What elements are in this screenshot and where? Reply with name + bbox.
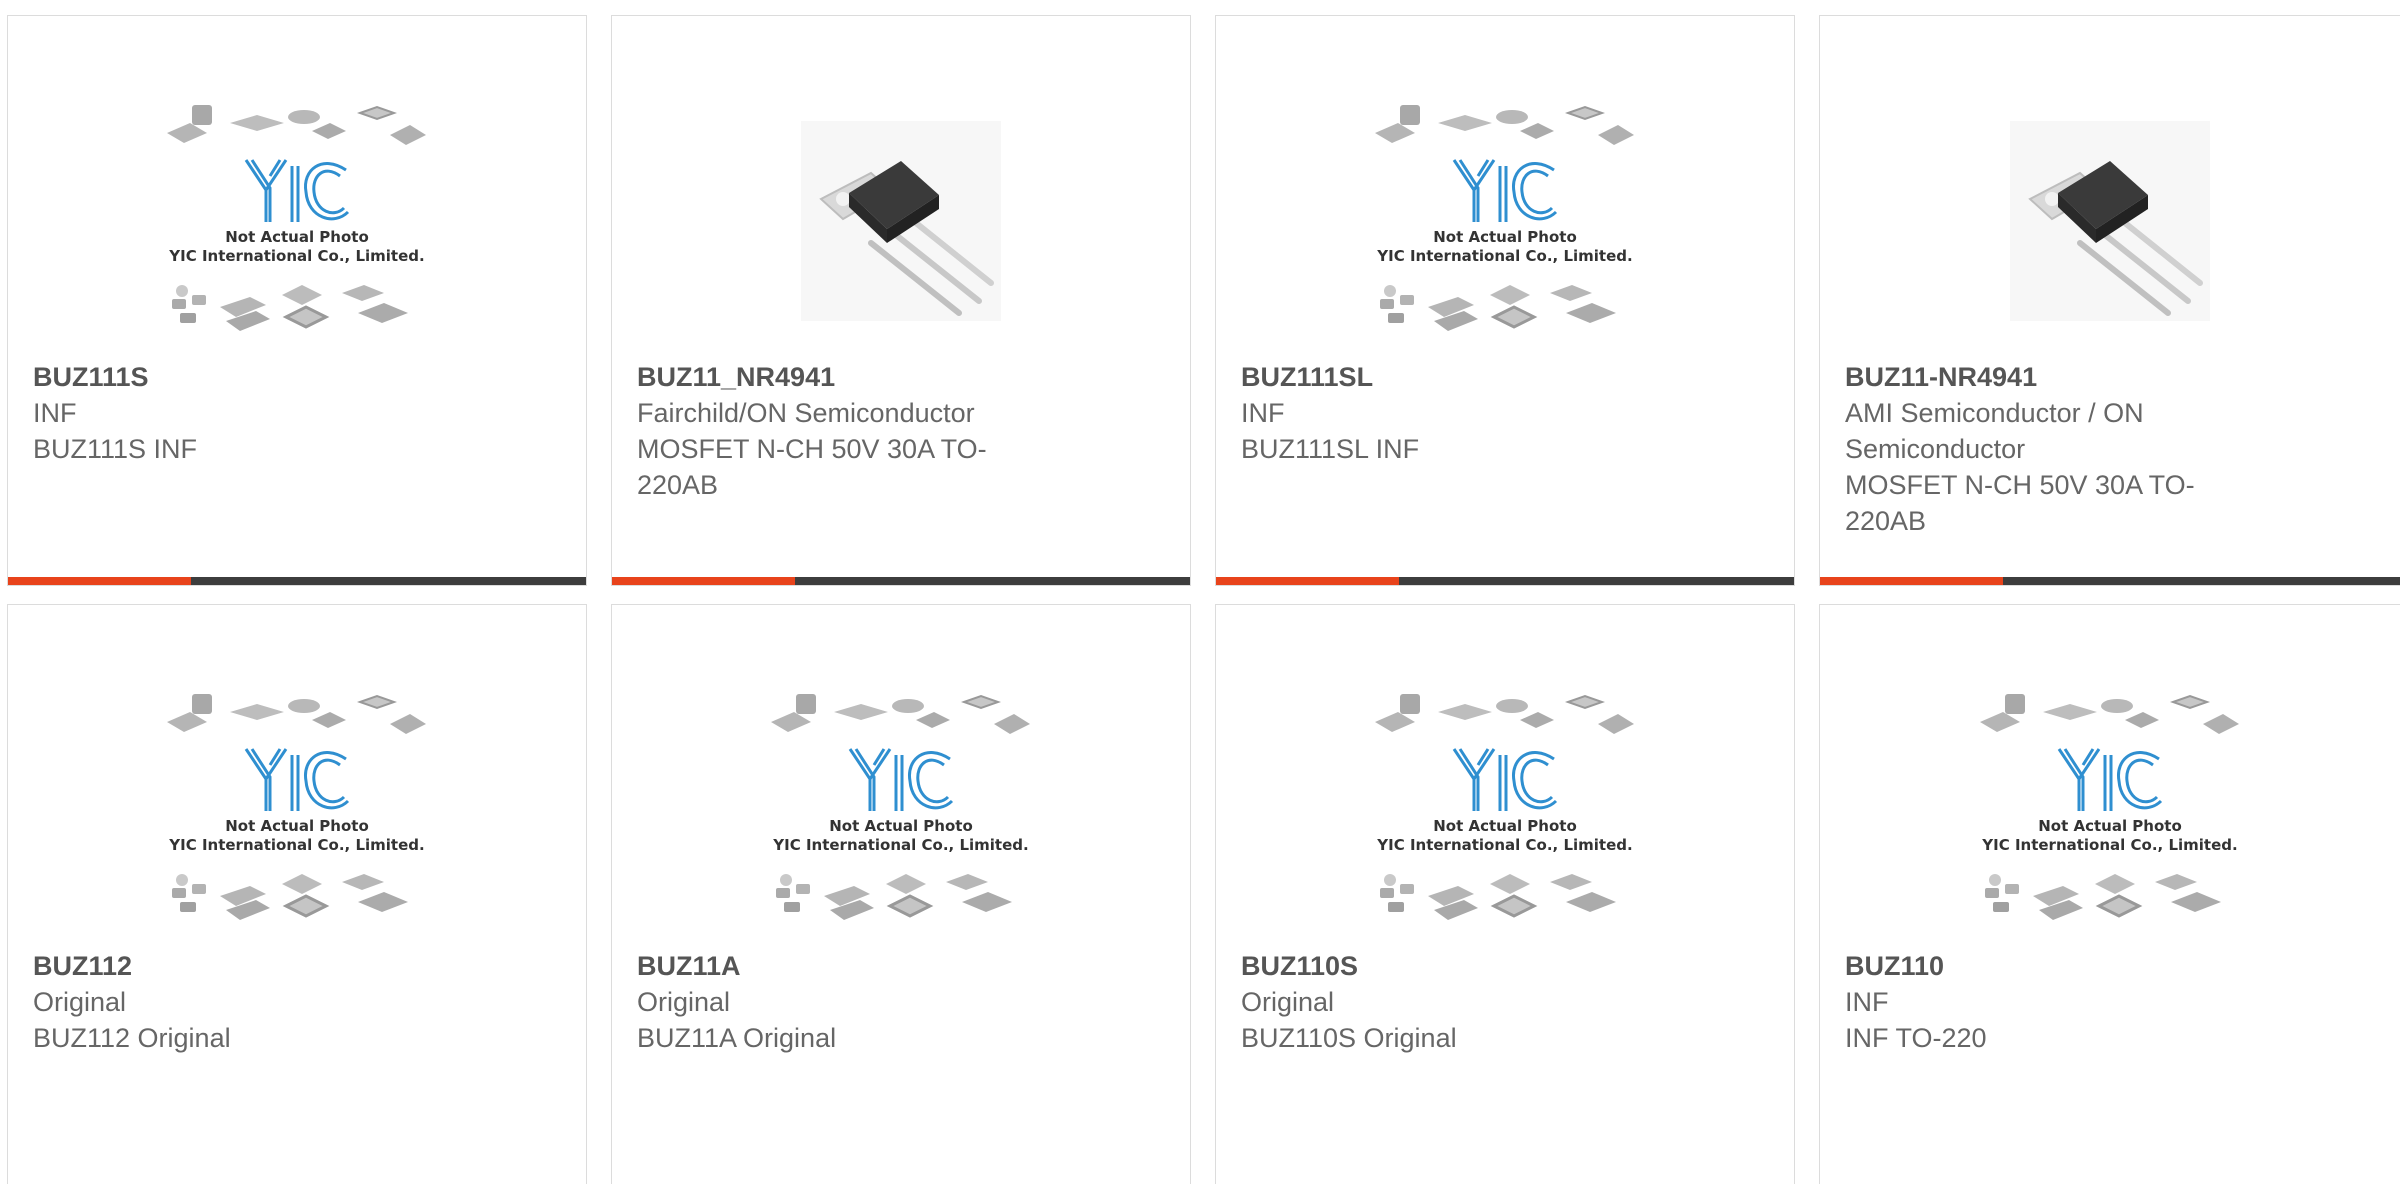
product-description: BUZ11A Original	[637, 1023, 837, 1053]
placeholder-caption-2: YIC International Co., Limited.	[168, 247, 424, 265]
product-description: BUZ111S INF	[33, 434, 198, 464]
placeholder-image-icon: Not Actual Photo YIC International Co., …	[166, 693, 427, 922]
card-accent-bar	[8, 577, 586, 585]
product-card[interactable]: BUZ11_NR4941 Fairchild/ON Semiconductor …	[611, 15, 1191, 586]
placeholder-caption-2: YIC International Co., Limited.	[772, 836, 1028, 854]
product-manufacturer: INF	[33, 398, 77, 428]
product-card[interactable]: Not Actual Photo YIC International Co., …	[1215, 15, 1795, 586]
product-description: 220AB	[637, 470, 719, 500]
placeholder-image-icon: Not Actual Photo YIC International Co., …	[1374, 693, 1635, 922]
product-part-number[interactable]: BUZ110	[1845, 948, 2275, 984]
placeholder-image-icon: Not Actual Photo YIC International Co., …	[770, 693, 1031, 922]
product-description: 220AB	[1845, 506, 1927, 536]
product-card[interactable]: Not Actual Photo YIC International Co., …	[611, 604, 1191, 1184]
product-manufacturer: Original	[33, 987, 127, 1017]
product-manufacturer: Original	[637, 987, 731, 1017]
product-manufacturer: Semiconductor	[1845, 434, 2026, 464]
product-image[interactable]	[612, 76, 1190, 366]
product-manufacturer: INF	[1845, 987, 1889, 1017]
placeholder-caption-1: Not Actual Photo	[1433, 228, 1577, 246]
placeholder-caption-2: YIC International Co., Limited.	[1981, 836, 2237, 854]
product-part-number[interactable]: BUZ111SL	[1241, 359, 1671, 395]
product-part-number[interactable]: BUZ11A	[637, 948, 1067, 984]
product-card[interactable]: Not Actual Photo YIC International Co., …	[7, 604, 587, 1184]
product-image[interactable]: Not Actual Photo YIC International Co., …	[1216, 665, 1794, 955]
product-manufacturer: Original	[1241, 987, 1335, 1017]
card-accent-bar	[1820, 577, 2400, 585]
product-part-number[interactable]: BUZ11-NR4941	[1845, 359, 2275, 395]
product-card[interactable]: Not Actual Photo YIC International Co., …	[7, 15, 587, 586]
product-description: BUZ111SL INF	[1241, 434, 1420, 464]
product-manufacturer: INF	[1241, 398, 1285, 428]
placeholder-caption-1: Not Actual Photo	[1433, 817, 1577, 835]
product-card[interactable]: Not Actual Photo YIC International Co., …	[1819, 604, 2400, 1184]
product-grid: Not Actual Photo YIC International Co., …	[0, 0, 2400, 1184]
product-description: INF TO-220	[1845, 1023, 1987, 1053]
placeholder-caption-1: Not Actual Photo	[225, 817, 369, 835]
placeholder-caption-1: Not Actual Photo	[225, 228, 369, 246]
product-description: MOSFET N-CH 50V 30A TO-	[637, 434, 987, 464]
placeholder-caption-1: Not Actual Photo	[829, 817, 973, 835]
product-description: BUZ110S Original	[1241, 1023, 1457, 1053]
product-card[interactable]: Not Actual Photo YIC International Co., …	[1215, 604, 1795, 1184]
product-image[interactable]	[1820, 76, 2399, 366]
product-image[interactable]: Not Actual Photo YIC International Co., …	[1216, 76, 1794, 366]
product-image[interactable]: Not Actual Photo YIC International Co., …	[612, 665, 1190, 955]
product-card[interactable]: BUZ11-NR4941 AMI Semiconductor / ON Semi…	[1819, 15, 2400, 586]
product-image[interactable]: Not Actual Photo YIC International Co., …	[8, 76, 586, 366]
product-description: BUZ112 Original	[33, 1023, 231, 1053]
placeholder-caption-2: YIC International Co., Limited.	[168, 836, 424, 854]
placeholder-image-icon: Not Actual Photo YIC International Co., …	[166, 104, 427, 333]
placeholder-caption-2: YIC International Co., Limited.	[1376, 247, 1632, 265]
to220-transistor-icon	[801, 121, 1001, 321]
card-accent-bar	[1216, 577, 1794, 585]
placeholder-image-icon: Not Actual Photo YIC International Co., …	[1978, 693, 2240, 922]
product-part-number[interactable]: BUZ111S	[33, 359, 463, 395]
placeholder-caption-2: YIC International Co., Limited.	[1376, 836, 1632, 854]
product-description: MOSFET N-CH 50V 30A TO-	[1845, 470, 2195, 500]
card-accent-bar	[612, 577, 1190, 585]
placeholder-caption-1: Not Actual Photo	[2038, 817, 2182, 835]
placeholder-image-icon: Not Actual Photo YIC International Co., …	[1374, 104, 1635, 333]
product-part-number[interactable]: BUZ11_NR4941	[637, 359, 1067, 395]
product-manufacturer: AMI Semiconductor / ON	[1845, 398, 2144, 428]
product-manufacturer: Fairchild/ON Semiconductor	[637, 398, 975, 428]
product-part-number[interactable]: BUZ112	[33, 948, 463, 984]
product-part-number[interactable]: BUZ110S	[1241, 948, 1671, 984]
product-image[interactable]: Not Actual Photo YIC International Co., …	[1820, 665, 2399, 955]
product-image[interactable]: Not Actual Photo YIC International Co., …	[8, 665, 586, 955]
to220-transistor-icon	[2009, 121, 2210, 321]
